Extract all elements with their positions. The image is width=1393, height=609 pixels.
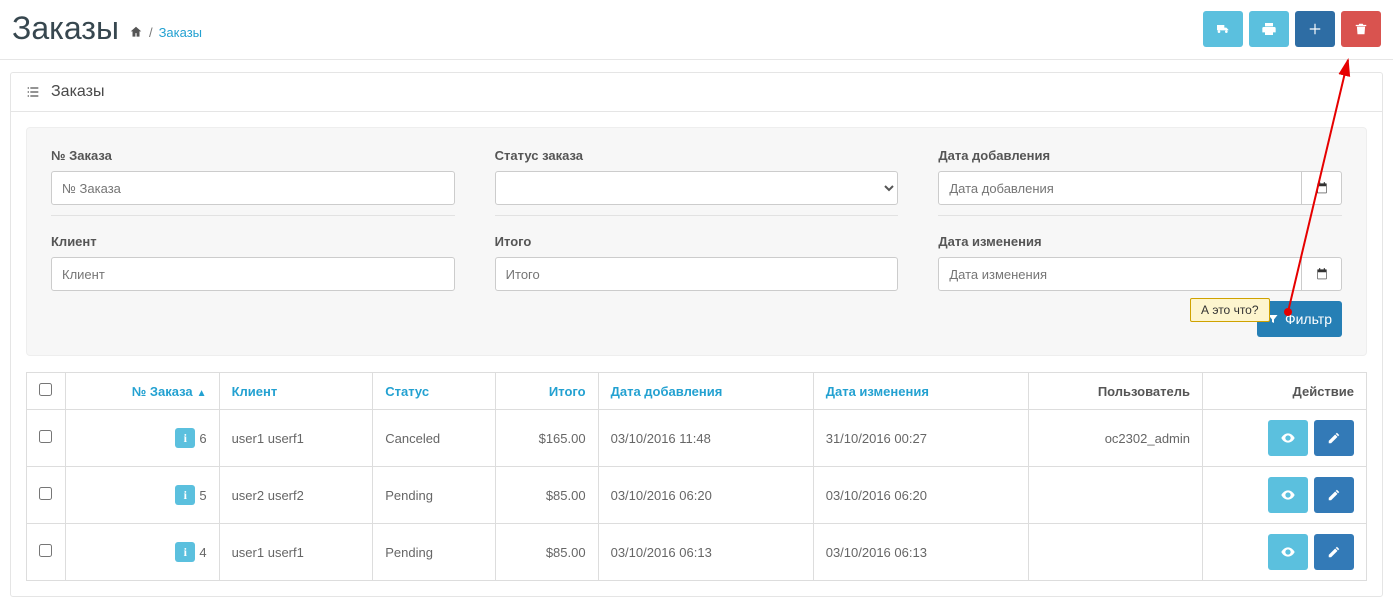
table-row: i6 user1 userf1Canceled$165.0003/10/2016 … — [27, 410, 1367, 467]
row-checkbox[interactable] — [39, 544, 52, 557]
sort-asc-icon: ▲ — [197, 388, 207, 399]
filter-panel: № Заказа Статус заказа Дата добавления — [26, 127, 1367, 356]
eye-icon — [1280, 487, 1296, 503]
total-input[interactable] — [495, 257, 899, 291]
row-date-added: 03/10/2016 06:20 — [598, 467, 813, 524]
edit-button[interactable] — [1314, 420, 1354, 456]
orders-table: № Заказа▲ Клиент Статус Итого Дата добав… — [26, 372, 1367, 581]
date-added-label: Дата добавления — [938, 148, 1342, 163]
plus-icon — [1308, 22, 1322, 36]
row-customer: user2 userf2 — [219, 467, 373, 524]
calendar-icon — [1315, 181, 1329, 195]
calendar-icon — [1315, 267, 1329, 281]
toolbar — [1203, 11, 1381, 47]
table-row: i5user2 userf2Pending$85.0003/10/2016 06… — [27, 467, 1367, 524]
order-id-label: № Заказа — [51, 148, 455, 163]
page-title: Заказы — [12, 10, 119, 47]
home-icon[interactable] — [129, 25, 143, 39]
row-user: oc2302_admin — [1028, 410, 1202, 467]
print-icon — [1261, 21, 1277, 37]
col-customer[interactable]: Клиент — [232, 384, 278, 399]
row-checkbox[interactable] — [39, 487, 52, 500]
pencil-icon — [1327, 431, 1341, 445]
breadcrumb: / Заказы — [129, 25, 202, 40]
shipping-button[interactable] — [1203, 11, 1243, 47]
view-button[interactable] — [1268, 534, 1308, 570]
date-modified-label: Дата изменения — [938, 234, 1342, 249]
customer-input[interactable] — [51, 257, 455, 291]
row-checkbox[interactable] — [39, 430, 52, 443]
add-button[interactable] — [1295, 11, 1335, 47]
row-status: Pending — [373, 467, 496, 524]
print-button[interactable] — [1249, 11, 1289, 47]
row-date-modified: 03/10/2016 06:20 — [813, 467, 1028, 524]
date-added-calendar-button[interactable] — [1302, 171, 1342, 205]
order-status-select[interactable] — [495, 171, 899, 205]
date-added-input[interactable] — [938, 171, 1302, 205]
pencil-icon — [1327, 488, 1341, 502]
row-status: Pending — [373, 524, 496, 581]
list-icon — [25, 84, 41, 100]
trash-icon — [1354, 22, 1368, 36]
table-row: i4user1 userf1Pending$85.0003/10/2016 06… — [27, 524, 1367, 581]
row-date-modified: 31/10/2016 00:27 — [813, 410, 1028, 467]
filter-icon — [1267, 313, 1279, 325]
row-order-id: 6 — [199, 431, 206, 446]
row-status: Canceled — [373, 410, 496, 467]
info-icon[interactable]: i — [175, 542, 195, 562]
row-order-id: 4 — [199, 545, 206, 560]
col-total[interactable]: Итого — [549, 384, 586, 399]
order-id-input[interactable] — [51, 171, 455, 205]
col-date-added[interactable]: Дата добавления — [611, 384, 723, 399]
orders-panel: Заказы № Заказа Статус заказа Дата добав… — [10, 72, 1383, 597]
breadcrumb-separator: / — [149, 25, 153, 40]
pencil-icon — [1327, 545, 1341, 559]
filter-button[interactable]: Фильтр — [1257, 301, 1342, 337]
edit-button[interactable] — [1314, 477, 1354, 513]
row-user — [1028, 524, 1202, 581]
row-total: $85.00 — [496, 467, 598, 524]
row-date-added: 03/10/2016 06:13 — [598, 524, 813, 581]
row-date-modified: 03/10/2016 06:13 — [813, 524, 1028, 581]
order-status-label: Статус заказа — [495, 148, 899, 163]
customer-label: Клиент — [51, 234, 455, 249]
date-modified-calendar-button[interactable] — [1302, 257, 1342, 291]
date-modified-input[interactable] — [938, 257, 1302, 291]
col-order-id[interactable]: № Заказа▲ — [132, 384, 207, 399]
row-total: $165.00 — [496, 410, 598, 467]
total-label: Итого — [495, 234, 899, 249]
eye-icon — [1280, 430, 1296, 446]
info-icon[interactable]: i — [175, 485, 195, 505]
edit-button[interactable] — [1314, 534, 1354, 570]
truck-icon — [1215, 21, 1231, 37]
col-action: Действие — [1203, 373, 1367, 410]
panel-title: Заказы — [51, 83, 104, 101]
col-status[interactable]: Статус — [385, 384, 429, 399]
row-date-added: 03/10/2016 11:48 — [598, 410, 813, 467]
filter-button-label: Фильтр — [1285, 311, 1332, 327]
view-button[interactable] — [1268, 420, 1308, 456]
col-user: Пользователь — [1028, 373, 1202, 410]
row-total: $85.00 — [496, 524, 598, 581]
panel-heading: Заказы — [11, 73, 1382, 112]
col-date-modified[interactable]: Дата изменения — [826, 384, 929, 399]
row-order-id: 5 — [199, 488, 206, 503]
row-customer: user1 userf1 — [219, 410, 373, 467]
row-user — [1028, 467, 1202, 524]
select-all-checkbox[interactable] — [39, 383, 52, 396]
breadcrumb-orders-link[interactable]: Заказы — [159, 25, 202, 40]
eye-icon — [1280, 544, 1296, 560]
view-button[interactable] — [1268, 477, 1308, 513]
delete-button[interactable] — [1341, 11, 1381, 47]
row-customer: user1 userf1 — [219, 524, 373, 581]
info-icon[interactable]: i — [175, 428, 195, 448]
